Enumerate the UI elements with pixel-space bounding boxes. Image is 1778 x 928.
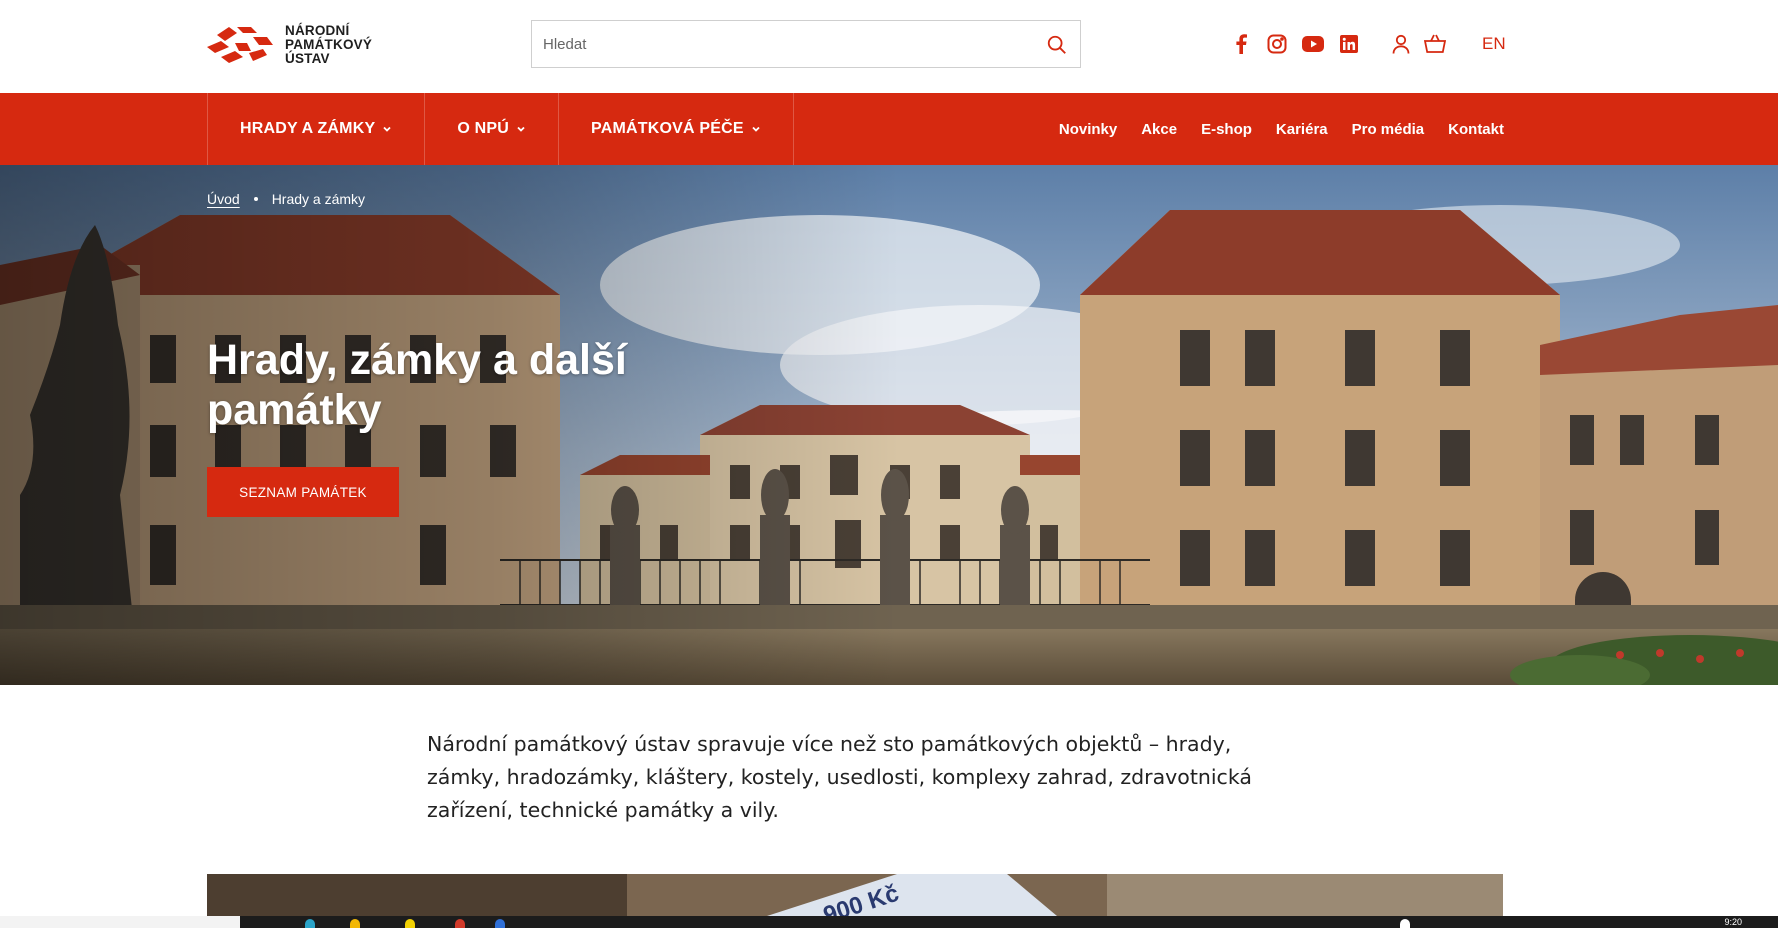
nav-item-o-npu[interactable]: O NPÚ [424, 93, 558, 165]
search-icon[interactable] [1046, 34, 1068, 56]
user-tools [1390, 33, 1446, 55]
chevron-down-icon [752, 126, 760, 132]
app-icon[interactable] [1400, 919, 1410, 928]
site-header: NÁRODNÍ PAMÁTKOVÝ ÚSTAV E [0, 0, 1778, 93]
taskbar-clock: 9:20 [1724, 917, 1742, 927]
monument-list-button[interactable]: SEZNAM PAMÁTEK [207, 467, 399, 517]
linkedin-icon[interactable] [1338, 33, 1360, 55]
breadcrumb-home-link[interactable]: Úvod [207, 191, 240, 207]
logo-mark-icon [207, 27, 273, 63]
app-icon[interactable] [405, 919, 415, 928]
youtube-icon[interactable] [1302, 33, 1324, 55]
user-icon[interactable] [1390, 33, 1412, 55]
search-input[interactable] [532, 21, 1012, 67]
site-logo[interactable]: NÁRODNÍ PAMÁTKOVÝ ÚSTAV [207, 23, 372, 67]
facebook-icon[interactable] [1230, 33, 1252, 55]
logo-line-2: PAMÁTKOVÝ [285, 37, 373, 52]
chevron-down-icon [517, 126, 525, 132]
taskbar-search-area[interactable] [0, 916, 240, 928]
secondary-nav: Novinky Akce E-shop Kariéra Pro média Ko… [1059, 93, 1504, 165]
app-icon[interactable] [305, 919, 315, 928]
nav-item-label: HRADY A ZÁMKY [240, 120, 376, 137]
nav-item-label: PAMÁTKOVÁ PÉČE [591, 120, 744, 137]
logo-line-3: ÚSTAV [285, 51, 330, 66]
nav-item-label: O NPÚ [457, 120, 510, 137]
primary-nav: HRADY A ZÁMKY O NPÚ PAMÁTKOVÁ PÉČE [207, 93, 794, 165]
app-icon[interactable] [350, 919, 360, 928]
hero-section: Úvod Hrady a zámky Hrady, zámky a další … [0, 165, 1778, 685]
logo-line-1: NÁRODNÍ [285, 23, 350, 38]
breadcrumb-separator [253, 197, 258, 201]
logo-text: NÁRODNÍ PAMÁTKOVÝ ÚSTAV [285, 24, 372, 66]
nav-link-novinky[interactable]: Novinky [1059, 121, 1117, 138]
chevron-down-icon [383, 126, 391, 132]
os-taskbar: 9:20 [0, 916, 1778, 928]
nav-link-kontakt[interactable]: Kontakt [1448, 121, 1504, 138]
search-box [531, 20, 1081, 68]
breadcrumb-current: Hrady a zámky [271, 191, 366, 207]
featured-image[interactable]: 900 Kč [207, 874, 1503, 916]
page-title: Hrady, zámky a další památky [207, 336, 627, 434]
nav-link-kariera[interactable]: Kariéra [1276, 121, 1328, 138]
main-navigation: HRADY A ZÁMKY O NPÚ PAMÁTKOVÁ PÉČE Novin… [0, 93, 1778, 165]
nav-link-akce[interactable]: Akce [1141, 121, 1177, 138]
featured-image-art: 900 Kč [207, 874, 1503, 916]
nav-link-pro-media[interactable]: Pro média [1352, 121, 1425, 138]
breadcrumb: Úvod Hrady a zámky [207, 191, 365, 207]
nav-link-e-shop[interactable]: E-shop [1201, 121, 1252, 138]
nav-item-hrady-a-zamky[interactable]: HRADY A ZÁMKY [207, 93, 424, 165]
nav-item-pamatkova-pece[interactable]: PAMÁTKOVÁ PÉČE [558, 93, 794, 165]
app-icon[interactable] [455, 919, 465, 928]
basket-icon[interactable] [1424, 33, 1446, 55]
instagram-icon[interactable] [1266, 33, 1288, 55]
intro-paragraph: Národní památkový ústav spravuje více ne… [427, 732, 1252, 822]
language-switch[interactable]: EN [1482, 34, 1506, 54]
social-links [1230, 33, 1360, 55]
app-icon[interactable] [495, 919, 505, 928]
